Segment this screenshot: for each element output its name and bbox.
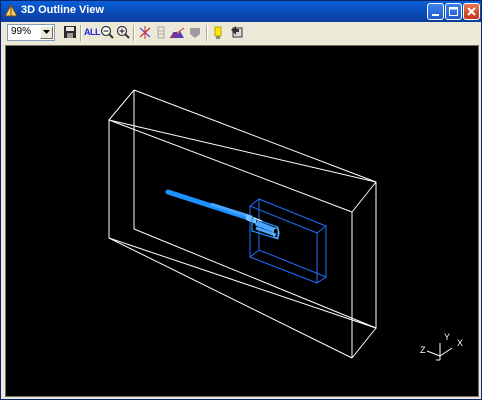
- zoom-all-button[interactable]: ALL: [84, 24, 101, 41]
- zoom-dropdown-button[interactable]: [40, 26, 53, 39]
- minimize-button[interactable]: [427, 3, 444, 20]
- chevron-down-icon: [43, 30, 50, 34]
- outline-drawing: [108, 89, 453, 361]
- shape-button[interactable]: [187, 24, 203, 41]
- minimize-icon: [432, 14, 439, 16]
- inner-box-outline: [249, 198, 327, 284]
- part-model: [165, 189, 280, 240]
- app-icon: [4, 3, 18, 18]
- zoom-in-button[interactable]: [115, 24, 131, 41]
- shape-icon: [190, 28, 200, 38]
- zoom-in-icon: [116, 25, 130, 39]
- maximize-icon: [449, 7, 458, 16]
- toolbar: 99% ALL: [1, 22, 481, 44]
- axis-icon: [139, 26, 151, 39]
- zoom-all-label: ALL: [84, 27, 101, 37]
- maximize-button[interactable]: [445, 3, 462, 20]
- mountain-icon: [169, 27, 185, 39]
- axis-label-x: X: [457, 338, 464, 348]
- zoom-value: 99%: [11, 26, 32, 37]
- zoom-select[interactable]: 99%: [7, 24, 55, 41]
- axis-button[interactable]: [137, 24, 153, 41]
- outline-view-window: 3D Outline View 99% ALL Y X Z: [0, 0, 482, 400]
- layers-button[interactable]: [153, 24, 169, 41]
- save-button[interactable]: [62, 24, 78, 41]
- save-icon: [64, 26, 76, 38]
- close-button[interactable]: [463, 3, 480, 20]
- axis-triad: [426, 343, 453, 361]
- toolbar-separator: [80, 25, 82, 41]
- zoom-out-button[interactable]: [99, 24, 115, 41]
- outer-box-outline: [108, 89, 377, 359]
- window-title: 3D Outline View: [21, 4, 104, 16]
- 3d-viewport[interactable]: Y X Z: [5, 45, 479, 397]
- zoom-out-icon: [100, 25, 114, 39]
- layers-icon: [157, 26, 165, 39]
- axis-label-y: Y: [444, 332, 451, 342]
- export-button[interactable]: [229, 24, 245, 41]
- light-icon: [214, 26, 222, 39]
- light-button[interactable]: [210, 24, 226, 41]
- export-icon: [231, 26, 243, 38]
- toolbar-separator: [133, 25, 135, 41]
- axis-label-z: Z: [420, 345, 426, 355]
- title-bar[interactable]: 3D Outline View: [1, 1, 481, 22]
- close-icon: [467, 7, 476, 16]
- mountain-button[interactable]: [169, 24, 185, 41]
- toolbar-separator: [206, 25, 208, 41]
